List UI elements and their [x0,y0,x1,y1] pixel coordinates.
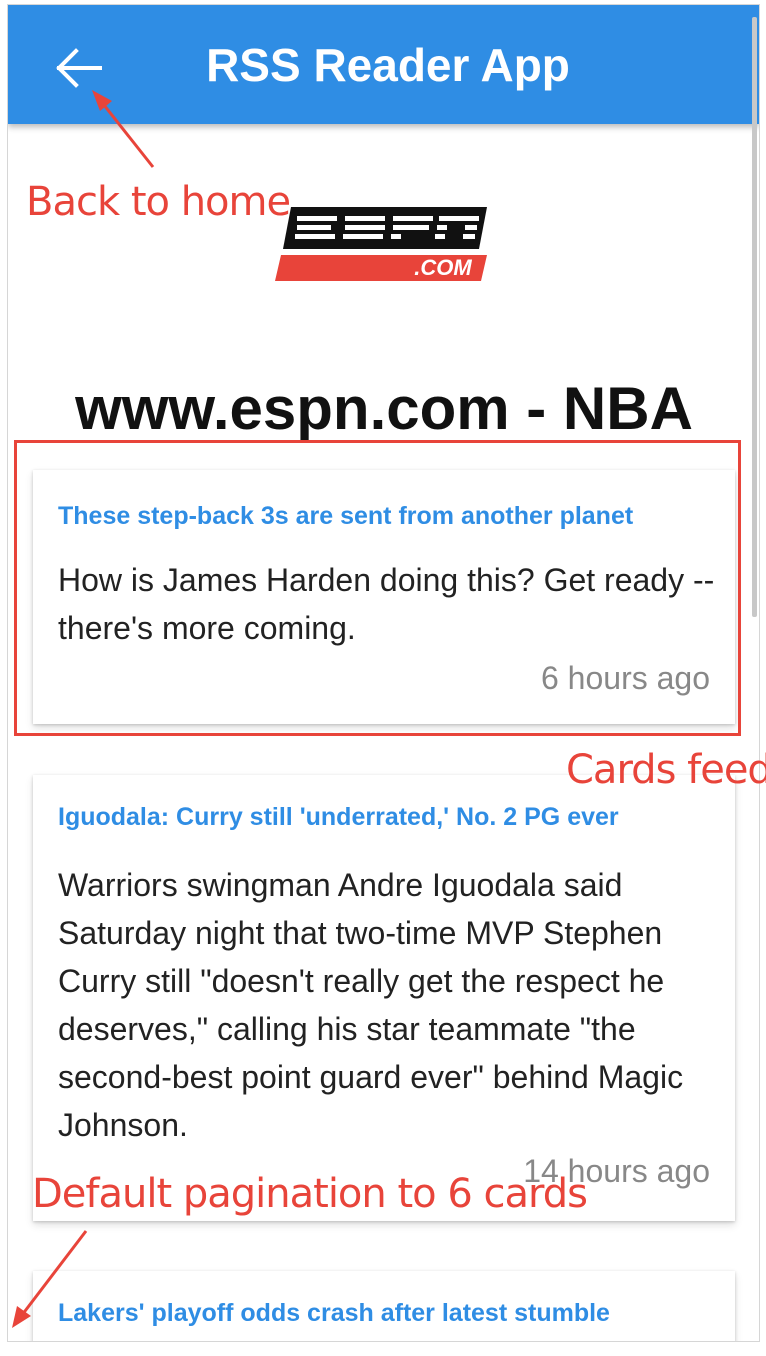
feed-title: www.espn.com - NBA [75,375,693,442]
scrollbar[interactable] [752,17,757,617]
app-title: RSS Reader App [206,39,570,91]
back-to-home-annotation: Back to home [26,179,291,225]
espn-logo: .COM [275,207,487,281]
card-title[interactable]: Iguodala: Curry still 'underrated,' No. … [58,801,619,833]
news-card[interactable]: Lakers' playoff odds crash after latest … [33,1271,735,1341]
cards-feed-highlight-box [14,440,741,736]
logo-sub-text: .COM [414,255,472,280]
app-bar: RSS Reader App [8,5,759,124]
arrow-left-icon [56,48,102,88]
back-button[interactable] [54,43,104,93]
cards-feed-annotation: Cards feed [566,747,766,793]
pagination-annotation: Default pagination to 6 cards [32,1171,588,1217]
card-title[interactable]: Lakers' playoff odds crash after latest … [58,1297,610,1329]
card-description: Warriors swingman Andre Iguodala said Sa… [58,867,684,1143]
news-card[interactable]: Iguodala: Curry still 'underrated,' No. … [33,775,735,1221]
